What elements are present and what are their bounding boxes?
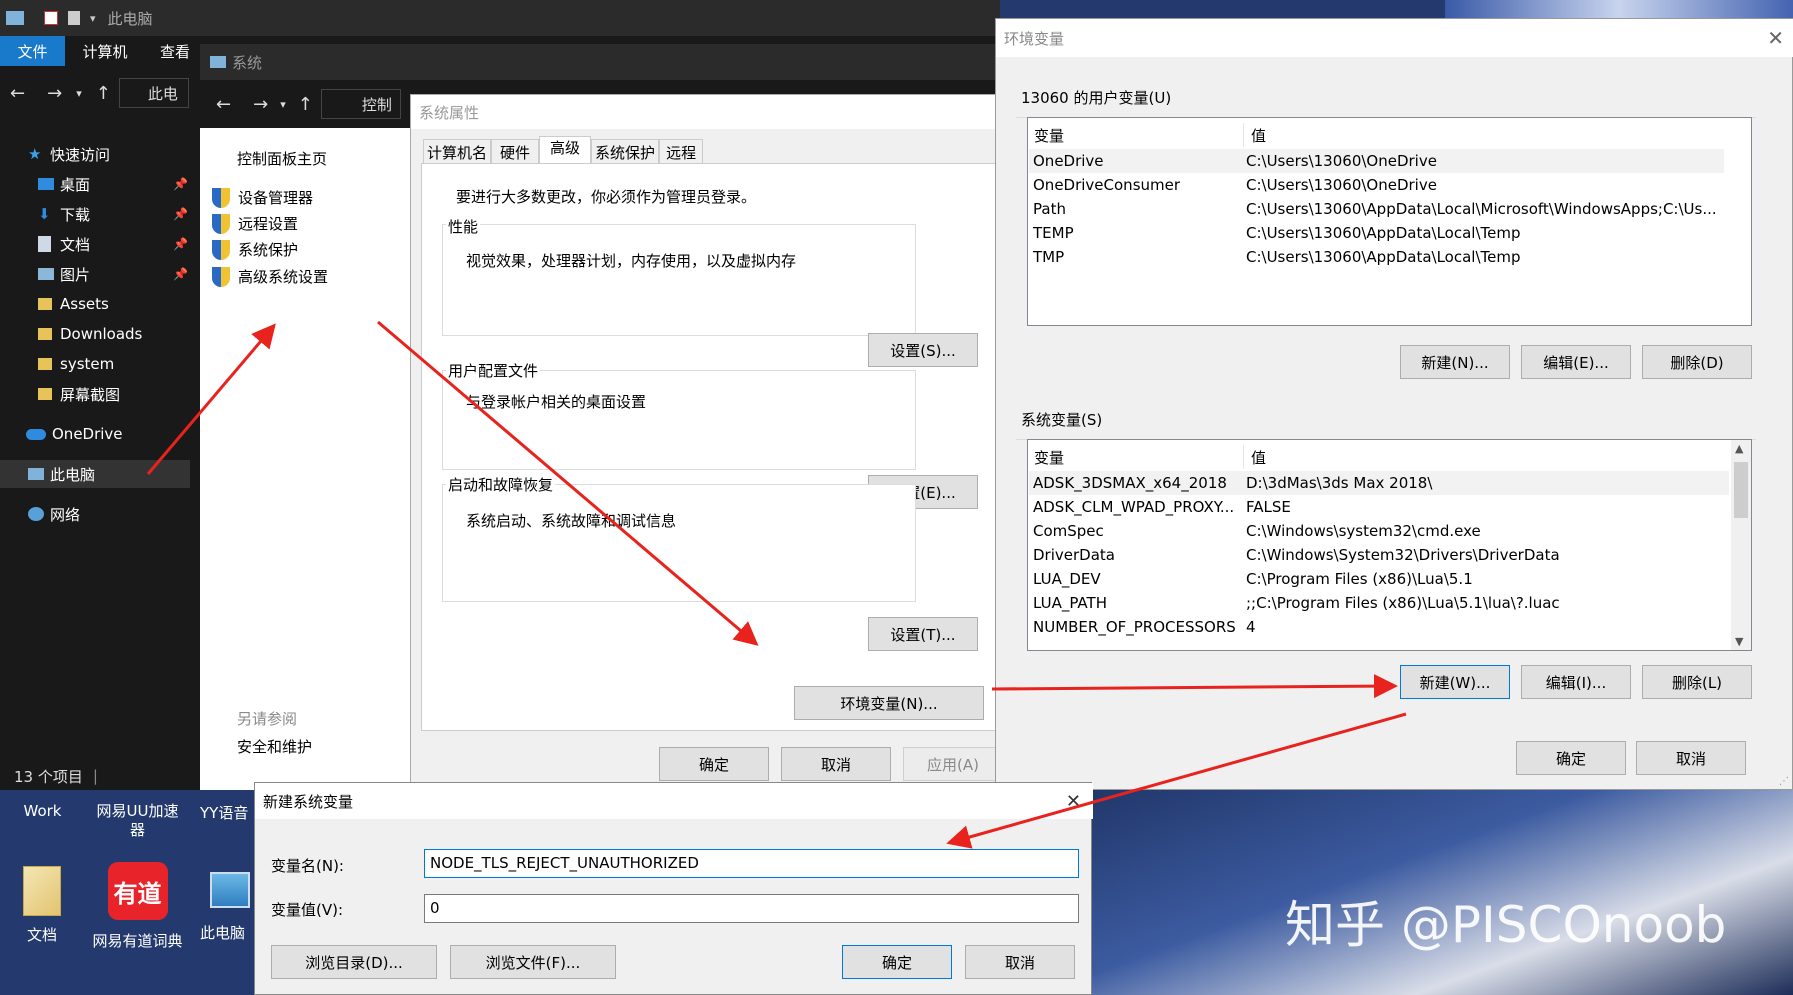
arrow-to-sys-new (991, 674, 1398, 699)
arrow-to-newvar-dialog (946, 712, 1407, 849)
arrow-to-env-button (377, 320, 759, 646)
annotation-arrows (146, 320, 1407, 849)
arrow-to-advanced-settings (146, 323, 276, 475)
